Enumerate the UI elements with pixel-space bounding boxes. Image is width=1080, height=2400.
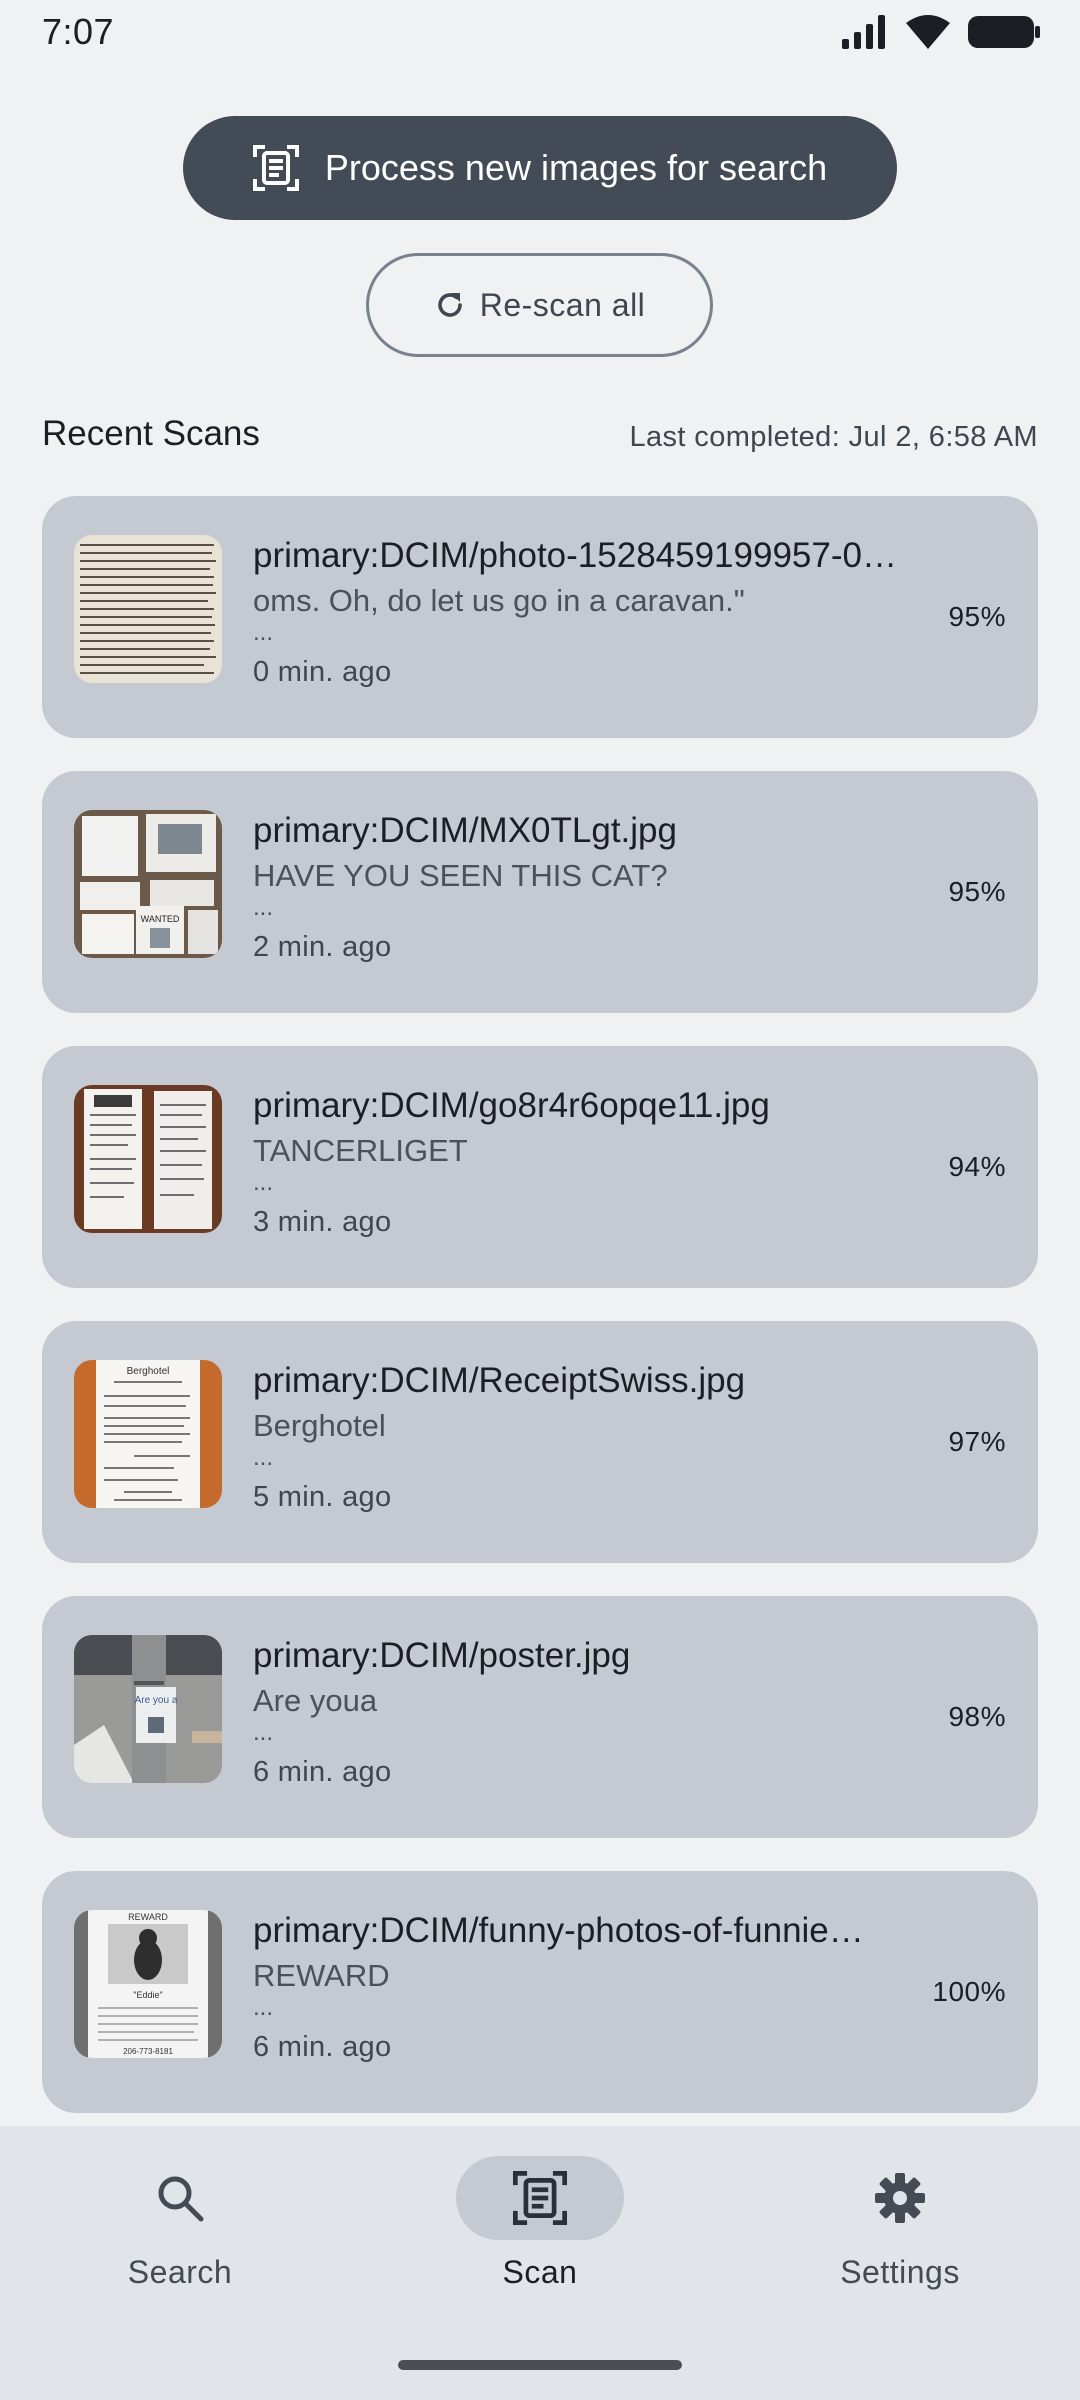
battery-icon	[968, 16, 1040, 48]
scan-item[interactable]: Berghotel primary:DCIM/ReceiptSwiss.jpg …	[42, 1321, 1038, 1563]
search-icon	[158, 2176, 204, 2222]
scan-confidence: 94%	[948, 1151, 1006, 1182]
scan-excerpt: Berghotel	[253, 1408, 386, 1443]
status-icons	[842, 15, 1040, 49]
rescan-all-label: Re-scan all	[479, 286, 646, 323]
nav-item-scan[interactable]: Scan	[360, 2126, 720, 2326]
are-you-thumb-text: Are you a	[135, 1695, 178, 1706]
home-indicator[interactable]	[398, 2360, 682, 2370]
scan-more: ...	[253, 1994, 274, 2021]
scan-time-ago: 0 min. ago	[253, 656, 392, 688]
scan-time-ago: 2 min. ago	[253, 931, 392, 963]
scan-thumbnail	[74, 535, 222, 683]
scan-more: ...	[253, 619, 274, 646]
scan-excerpt: TANCERLIGET	[253, 1133, 468, 1168]
recent-scans-title: Recent Scans	[42, 414, 260, 453]
scan-excerpt: HAVE YOU SEEN THIS CAT?	[253, 858, 668, 893]
wanted-thumb-text: WANTED	[141, 914, 180, 924]
scan-time-ago: 6 min. ago	[253, 1756, 392, 1788]
scan-excerpt: Are youa	[253, 1683, 378, 1718]
nav-item-settings[interactable]: Settings	[720, 2126, 1080, 2326]
recent-scans-list: primary:DCIM/photo-1528459199957-0… oms.…	[42, 496, 1038, 2146]
scan-excerpt: oms. Oh, do let us go in a caravan."	[253, 583, 745, 618]
scan-confidence: 100%	[932, 1976, 1006, 2007]
nav-label-scan: Scan	[502, 2254, 578, 2290]
scan-file-name: primary:DCIM/photo-1528459199957-0…	[253, 536, 897, 575]
scan-thumbnail: Berghotel	[74, 1360, 222, 1508]
scan-time-ago: 3 min. ago	[253, 1206, 392, 1238]
bottom-navigation: Search Scan Settings	[0, 2126, 1080, 2400]
rescan-all-button[interactable]: Re-scan all	[366, 253, 713, 357]
status-time: 7:07	[42, 11, 115, 52]
nav-label-settings: Settings	[840, 2254, 960, 2290]
scan-more: ...	[253, 1444, 274, 1471]
scan-confidence: 98%	[948, 1701, 1006, 1732]
scan-thumbnail	[74, 1085, 222, 1233]
scan-item[interactable]: primary:DCIM/photo-1528459199957-0… oms.…	[42, 496, 1038, 738]
scan-time-ago: 6 min. ago	[253, 2031, 392, 2063]
scan-confidence: 95%	[948, 876, 1006, 907]
last-completed-text: Last completed: Jul 2, 6:58 AM	[629, 421, 1038, 453]
scan-file-name: primary:DCIM/poster.jpg	[253, 1636, 631, 1675]
scan-file-name: primary:DCIM/funny-photos-of-funnie…	[253, 1911, 864, 1950]
nav-label-search: Search	[127, 2254, 233, 2290]
scan-excerpt: REWARD	[253, 1958, 390, 1993]
scan-thumbnail: WANTED	[74, 810, 222, 958]
scan-thumbnail: Are you a	[74, 1635, 222, 1783]
scan-confidence: 95%	[948, 601, 1006, 632]
reward-thumb-text: REWARD	[128, 1912, 168, 1922]
process-new-images-label: Process new images for search	[324, 147, 828, 188]
scan-item[interactable]: WANTED primary:DCIM/MX0TLgt.jpg HAVE YOU…	[42, 771, 1038, 1013]
scan-item[interactable]: REWARD "Eddie" 206-773-8181 primary:DCIM…	[42, 1871, 1038, 2113]
active-indicator	[456, 2156, 624, 2240]
berghotel-thumb-text: Berghotel	[127, 1366, 170, 1377]
wifi-icon	[906, 15, 950, 49]
scan-thumbnail: REWARD "Eddie" 206-773-8181	[74, 1910, 222, 2058]
document-scanner-icon	[513, 2171, 567, 2225]
scan-confidence: 97%	[948, 1426, 1006, 1457]
scan-file-name: primary:DCIM/ReceiptSwiss.jpg	[253, 1361, 746, 1400]
eddie-thumb-text: "Eddie"	[133, 1990, 162, 2000]
gear-icon	[875, 2173, 925, 2223]
signal-icon	[842, 15, 885, 49]
scan-file-name: primary:DCIM/go8r4r6opqe11.jpg	[253, 1086, 770, 1125]
process-new-images-button[interactable]: Process new images for search	[183, 116, 897, 220]
status-bar: 7:07	[0, 0, 1080, 64]
scan-more: ...	[253, 1169, 274, 1196]
document-scanner-icon	[252, 145, 299, 191]
scan-more: ...	[253, 1719, 274, 1746]
scan-item[interactable]: primary:DCIM/go8r4r6opqe11.jpg TANCERLIG…	[42, 1046, 1038, 1288]
nav-item-search[interactable]: Search	[0, 2126, 360, 2326]
scan-item[interactable]: Are you a primary:DCIM/poster.jpg Are yo…	[42, 1596, 1038, 1838]
phone-thumb-text: 206-773-8181	[123, 2047, 173, 2056]
scan-time-ago: 5 min. ago	[253, 1481, 392, 1513]
scan-more: ...	[253, 894, 274, 921]
scan-file-name: primary:DCIM/MX0TLgt.jpg	[253, 811, 677, 850]
refresh-icon	[437, 293, 462, 317]
